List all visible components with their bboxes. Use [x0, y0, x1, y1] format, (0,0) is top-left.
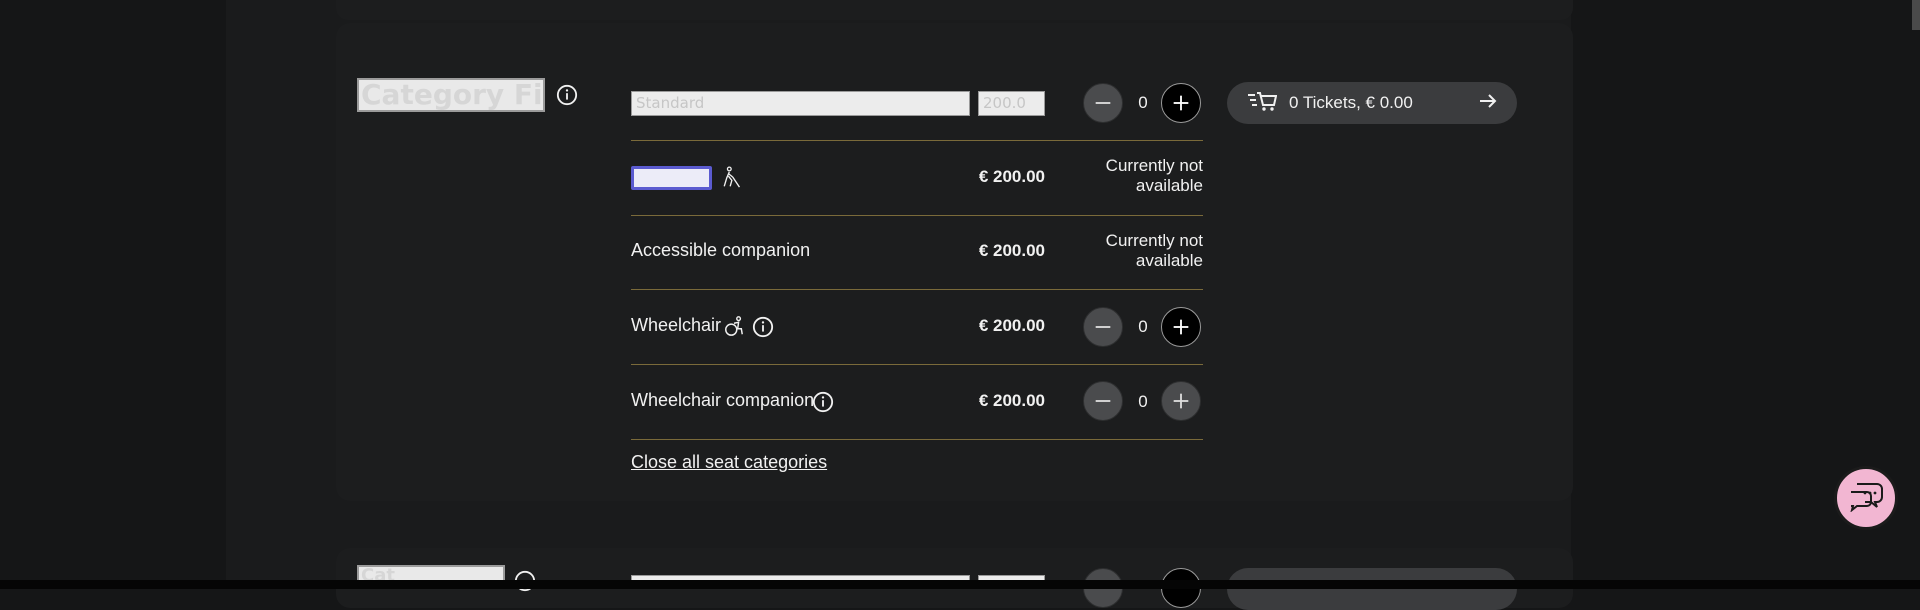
wheelchair-companion-quantity: 0	[1138, 392, 1148, 411]
row-label: Wheelchair companion	[631, 390, 815, 410]
wheelchair-icon	[723, 315, 747, 339]
standard-decrease-button[interactable]	[1083, 83, 1123, 123]
row-divider	[631, 289, 1203, 290]
standard-increase-button[interactable]	[1161, 83, 1201, 123]
availability-status: Currently not available	[1105, 156, 1203, 195]
info-icon[interactable]	[812, 391, 834, 413]
category-title: Category First	[357, 78, 545, 112]
blind-person-icon	[720, 166, 744, 192]
arrow-right-icon	[1479, 93, 1497, 113]
next-cart-button[interactable]	[1227, 568, 1517, 610]
info-icon[interactable]	[752, 316, 774, 338]
availability-status: Currently not available	[1105, 231, 1203, 270]
row-label: Wheelchair	[631, 315, 722, 335]
cart-summary-button[interactable]: 0 Tickets, € 0.00	[1227, 82, 1517, 124]
close-all-categories-link[interactable]: Close all seat categories	[631, 452, 827, 473]
standard-label-placeholder: Standard	[631, 91, 970, 116]
row-price: € 200.00	[978, 391, 1045, 410]
cart-summary-label: 0 Tickets, € 0.00	[1289, 93, 1413, 112]
info-icon[interactable]	[556, 84, 578, 106]
standard-price-placeholder: 200.0	[978, 91, 1045, 116]
wheelchair-quantity: 0	[1138, 317, 1148, 336]
standard-quantity: 0	[1138, 93, 1148, 112]
wheelchair-companion-decrease-button[interactable]	[1083, 381, 1123, 421]
row-label: Accessible companion	[631, 240, 811, 260]
focused-label-field[interactable]	[631, 166, 712, 190]
row-price: € 200.00	[978, 241, 1045, 260]
chat-bubble-icon	[1847, 480, 1885, 516]
chat-button[interactable]	[1834, 466, 1898, 530]
wheelchair-increase-button[interactable]	[1161, 307, 1201, 347]
previous-category-card	[336, 0, 1573, 20]
row-price: € 200.00	[978, 316, 1045, 335]
bottom-bar	[0, 580, 1920, 589]
row-divider	[631, 364, 1203, 365]
row-divider	[631, 140, 1203, 141]
row-divider	[631, 215, 1203, 216]
wheelchair-companion-increase-button[interactable]	[1161, 381, 1201, 421]
shopping-cart-icon	[1247, 90, 1278, 116]
row-price: € 200.00	[978, 167, 1045, 186]
row-divider	[631, 439, 1203, 440]
scrollbar[interactable]	[1912, 0, 1920, 30]
wheelchair-decrease-button[interactable]	[1083, 307, 1123, 347]
